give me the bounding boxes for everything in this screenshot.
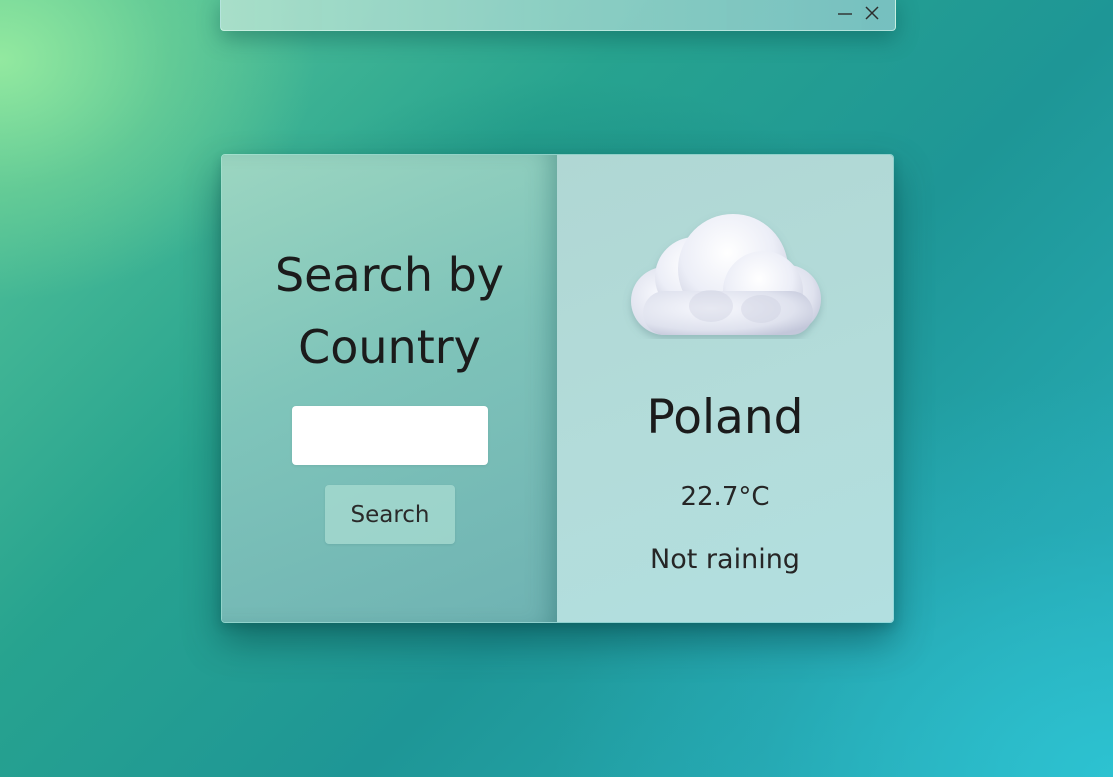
search-button[interactable]: Search — [325, 485, 455, 544]
temperature-value: 22.7°C — [680, 482, 770, 512]
country-name: Poland — [646, 390, 804, 445]
search-title: Search by Country — [274, 248, 505, 374]
weather-panel: Poland 22.7°C Not raining — [557, 155, 893, 622]
close-icon[interactable] — [864, 5, 880, 21]
country-search-input[interactable] — [292, 406, 488, 465]
rain-status: Not raining — [650, 544, 800, 575]
minimize-icon[interactable] — [837, 5, 853, 21]
search-panel: Search by Country Search — [222, 155, 557, 622]
cloud-icon — [621, 211, 827, 339]
weather-card: Search by Country Search Poland 22.7°C N… — [221, 154, 894, 623]
window-titlebar — [220, 0, 896, 31]
